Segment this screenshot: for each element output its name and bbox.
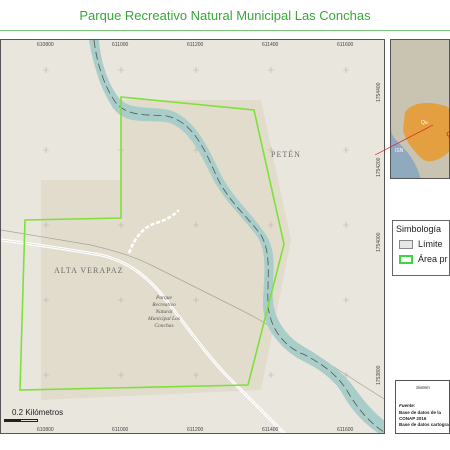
park-name-line-5: Conchas [154, 323, 174, 329]
source-line-2: CONAP 2016 [399, 416, 427, 421]
main-map-canvas [1, 40, 384, 433]
park-name-line-3: Natural [155, 309, 173, 315]
scale-bar [4, 419, 38, 422]
park-name-line-1: Parque [156, 295, 172, 301]
scale-label: 0.2 Kilómetros [12, 408, 64, 417]
legend: Simbología Límite Área pr [392, 220, 450, 276]
tick-right-3: 1754000 [376, 232, 382, 252]
source-system: Sistem [416, 385, 430, 390]
tick-right-2: 1754200 [376, 157, 382, 177]
title-divider [0, 30, 450, 31]
label-park-name: Parque Recreativo Natural Municipal Las … [134, 295, 194, 330]
legend-swatch-area [399, 254, 413, 264]
tick-bottom-3: 611200 [187, 427, 204, 433]
park-name-line-2: Recreativo [152, 302, 176, 308]
source-fuente: Fuente: [399, 403, 416, 408]
legend-item-area: Área pr [399, 254, 448, 264]
tick-bottom-5: 611600 [337, 427, 354, 433]
tick-right-1: 1754400 [376, 82, 382, 102]
legend-label-limit: Límite [418, 239, 443, 249]
source-box: Sistem Fuente: Base de datos de la CONAP… [395, 380, 450, 434]
label-peten: PETÉN [271, 150, 301, 159]
legend-title: Simbología [396, 224, 442, 234]
park-name-line-4: Municipal Las [148, 316, 180, 322]
inset-pointer-line [375, 124, 434, 156]
legend-swatch-limit [399, 239, 413, 249]
map-title: Parque Recreativo Natural Municipal Las … [79, 8, 371, 23]
tick-right-4: 1753800 [376, 365, 382, 385]
tick-bottom-1: 610800 [37, 427, 54, 433]
label-alta-verapaz: ALTA VERAPAZ [54, 266, 124, 275]
tick-top-5: 611600 [337, 42, 354, 48]
scale-bar-segment [5, 420, 21, 421]
source-line-3: Base de datos cartogra [399, 422, 449, 427]
legend-item-limit: Límite [399, 239, 443, 249]
tick-top-4: 611400 [262, 42, 279, 48]
tick-top-1: 610800 [37, 42, 54, 48]
tick-top-3: 611200 [187, 42, 204, 48]
main-map[interactable]: 610800 611000 611200 611400 611600 61080… [0, 39, 385, 434]
tick-top-2: 611000 [112, 42, 129, 48]
source-line-1: Base de datos de la [399, 410, 442, 415]
legend-label-area: Área pr [418, 254, 448, 264]
tick-bottom-2: 611000 [112, 427, 129, 433]
tick-bottom-4: 611400 [262, 427, 279, 433]
